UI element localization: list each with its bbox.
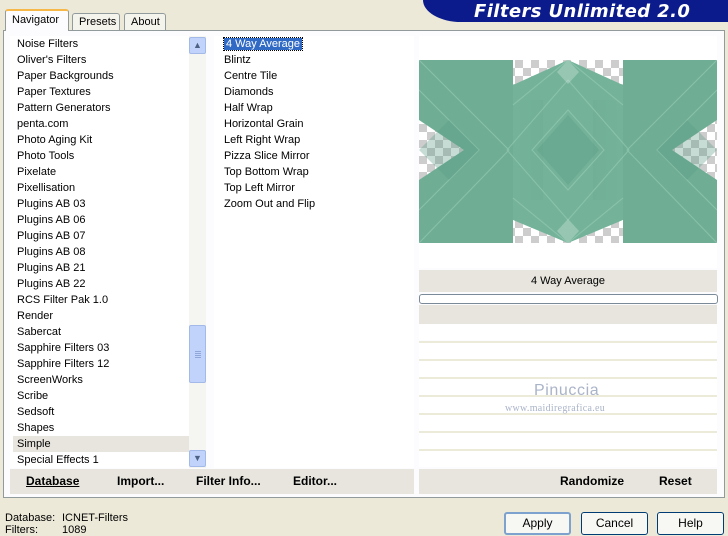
scroll-thumb[interactable] [189,325,206,383]
filter-item[interactable]: Zoom Out and Flip [224,196,315,212]
tab-about[interactable]: About [124,13,166,30]
filter-item-label: Horizontal Grain [224,118,304,130]
status-database-label: Database: [5,512,56,524]
status-filters-value: 1089 [62,524,87,536]
category-item[interactable]: Oliver's Filters [13,52,193,68]
category-item[interactable]: penta.com [13,116,193,132]
filter-item-label: Blintz [224,54,251,66]
category-item[interactable]: Scribe [13,388,193,404]
category-item[interactable]: Paper Backgrounds [13,68,193,84]
category-item[interactable]: Plugins AB 22 [13,276,193,292]
current-filter-name: 4 Way Average [419,270,717,292]
category-item[interactable]: Plugins AB 03 [13,196,193,212]
category-item[interactable]: Noise Filters [13,36,193,52]
progress-bar [419,294,718,304]
slider-slot-1[interactable] [419,324,717,340]
preview-image [419,60,717,243]
slider-slot-3[interactable] [419,361,717,377]
category-item[interactable]: Sapphire Filters 03 [13,340,193,356]
category-item[interactable]: Sapphire Filters 12 [13,356,193,372]
filter-item[interactable]: 4 Way Average [223,36,303,52]
category-item[interactable]: Pixellisation [13,180,193,196]
status-filters-label: Filters: [5,524,38,536]
filter-item[interactable]: Top Bottom Wrap [224,164,309,180]
filter-item[interactable]: Centre Tile [224,68,277,84]
category-list[interactable]: Noise Filters Oliver's Filters Paper Backg… [10,36,193,468]
filter-item[interactable]: Horizontal Grain [224,116,303,132]
import-button[interactable]: Import... [117,474,164,488]
watermark-site: www.maidiregrafica.eu [505,403,606,414]
filter-item-label: Top Left Mirror [224,182,295,194]
editor-button[interactable]: Editor... [293,474,337,488]
category-item[interactable]: RCS Filter Pak 1.0 [13,292,193,308]
filter-item[interactable]: Pizza Slice Mirror [224,148,310,164]
filter-item[interactable]: Left Right Wrap [224,132,300,148]
filter-item-label: 4 Way Average [223,37,303,51]
database-button[interactable]: Database [26,474,79,488]
cancel-button[interactable]: Cancel [581,512,648,535]
category-item[interactable]: Special Effects 1 [13,452,193,468]
category-item[interactable]: Sedsoft [13,404,193,420]
filter-item[interactable]: Diamonds [224,84,274,100]
category-item[interactable]: Photo Tools [13,148,193,164]
category-item[interactable]: Pixelate [13,164,193,180]
status-database-value: ICNET-Filters [62,512,128,524]
category-item[interactable]: Plugins AB 21 [13,260,193,276]
filter-item-label: Half Wrap [224,102,273,114]
randomize-button[interactable]: Randomize [560,474,624,488]
category-item[interactable]: Sabercat [13,324,193,340]
filter-info-button[interactable]: Filter Info... [196,474,261,488]
filter-item-label: Centre Tile [224,70,278,82]
watermark-name: Pinuccia [534,382,600,399]
filter-item-label: Top Bottom Wrap [224,166,309,178]
slider-slot-2[interactable] [419,343,717,359]
category-item[interactable]: Shapes [13,420,193,436]
filter-item[interactable]: Blintz [224,52,251,68]
scroll-down-button[interactable]: ▼ [189,450,206,467]
category-item[interactable]: Plugins AB 06 [13,212,193,228]
scroll-up-button[interactable]: ▲ [189,37,206,54]
apply-button[interactable]: Apply [504,512,571,535]
category-item[interactable]: Plugins AB 07 [13,228,193,244]
category-item[interactable]: Photo Aging Kit [13,132,193,148]
category-item[interactable]: Render [13,308,193,324]
category-item[interactable]: Plugins AB 08 [13,244,193,260]
reset-button[interactable]: Reset [659,474,692,488]
tab-navigator[interactable]: Navigator [5,9,69,31]
filter-item-label: Zoom Out and Flip [224,198,316,210]
filter-item[interactable]: Top Left Mirror [224,180,295,196]
category-item[interactable]: Pattern Generators [13,100,193,116]
help-button[interactable]: Help [657,512,724,535]
filter-item-label: Diamonds [224,86,274,98]
slider-slot-8[interactable] [419,451,717,467]
filter-item-label: Left Right Wrap [224,134,301,146]
slider-slot-7[interactable] [419,433,717,449]
status-database: Database: ICNET-Filters [5,512,128,524]
tab-presets[interactable]: Presets [72,13,120,30]
slider-slot-6[interactable] [419,415,717,431]
category-item[interactable]: Paper Textures [13,84,193,100]
filter-item[interactable]: Half Wrap [224,100,273,116]
info-block [419,305,717,324]
status-filters: Filters: 1089 [5,524,86,536]
category-item[interactable]: Simple [13,436,193,452]
category-scrollbar[interactable]: ▲ ▼ [189,36,206,468]
filter-item-label: Pizza Slice Mirror [224,150,310,162]
app-title: Filters Unlimited 2.0 [474,1,691,22]
category-item[interactable]: ScreenWorks [13,372,193,388]
filter-list[interactable]: 4 Way Average Blintz Centre Tile Diamonds Ha… [214,36,414,468]
